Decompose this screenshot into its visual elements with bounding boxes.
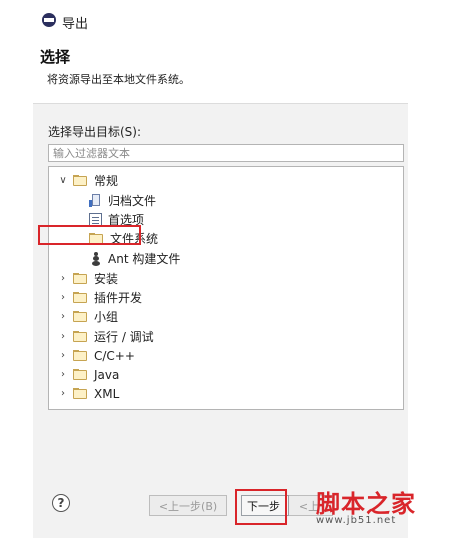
folder-icon (73, 350, 88, 361)
chevron-down-icon[interactable]: ∨ (57, 175, 69, 187)
watermark-url: www.jb51.net (316, 515, 397, 526)
dialog-body: 选择导出目标(S): ∨ 常规 归档文件 首选项 文件系统 (33, 104, 408, 478)
chevron-right-icon[interactable]: › (57, 331, 69, 343)
back-button[interactable]: <上一步(B) (149, 495, 227, 516)
tree-item-xml[interactable]: › XML (57, 384, 119, 403)
ant-icon (89, 251, 102, 266)
tree-item-install[interactable]: › 安装 (57, 269, 118, 288)
chevron-right-icon[interactable]: › (57, 388, 69, 400)
window-title: 导出 (62, 17, 89, 32)
chevron-right-icon[interactable]: › (57, 350, 69, 362)
tree-item-label: XML (94, 386, 120, 401)
chevron-right-icon[interactable]: › (57, 311, 69, 323)
watermark-title: 脚本之家 (316, 489, 416, 518)
tree-item-plugin-dev[interactable]: › 插件开发 (57, 288, 142, 307)
export-target-tree[interactable]: ∨ 常规 归档文件 首选项 文件系统 Ant 构建文件 › 安装 › 插件开发 … (48, 166, 404, 410)
tree-item-label: 安装 (94, 272, 119, 286)
folder-icon (73, 369, 88, 380)
file-system-highlight (38, 225, 141, 245)
archive-icon (89, 193, 102, 208)
title-bar: 导出 (33, 0, 408, 40)
tree-item-label: 运行 / 调试 (94, 330, 154, 344)
folder-icon (73, 273, 88, 284)
eclipse-icon (42, 13, 56, 27)
help-button[interactable]: ? (52, 494, 70, 512)
target-label: 选择导出目标(S): (48, 125, 142, 139)
watermark: 脚本之家 www.jb51.net (316, 484, 446, 534)
folder-icon (73, 311, 88, 322)
tree-item-run-debug[interactable]: › 运行 / 调试 (57, 327, 154, 346)
filter-input[interactable] (48, 144, 404, 162)
tree-item-label: Ant 构建文件 (108, 252, 181, 266)
tree-item-archive[interactable]: 归档文件 (89, 191, 156, 210)
tree-item-java[interactable]: › Java (57, 365, 119, 384)
tree-item-label: Java (94, 367, 120, 382)
folder-open-icon (73, 175, 88, 186)
tree-item-ant-build[interactable]: Ant 构建文件 (89, 249, 180, 268)
folder-icon (73, 331, 88, 342)
export-dialog: 导出 选择 将资源导出至本地文件系统。 选择导出目标(S): ∨ 常规 归档文件… (33, 0, 408, 538)
page-title: 选择 (40, 48, 71, 66)
tree-item-label: C/C++ (94, 348, 135, 363)
chevron-right-icon[interactable]: › (57, 273, 69, 285)
tree-item-label: 常规 (94, 174, 119, 188)
tree-item-cpp[interactable]: › C/C++ (57, 346, 135, 365)
tree-item-label: 小组 (94, 310, 119, 324)
tree-item-label: 归档文件 (108, 194, 157, 208)
chevron-right-icon[interactable]: › (57, 292, 69, 304)
tree-item-team[interactable]: › 小组 (57, 307, 118, 326)
tree-item-general[interactable]: ∨ 常规 (57, 171, 118, 190)
folder-icon (73, 292, 88, 303)
chevron-right-icon[interactable]: › (57, 369, 69, 381)
dialog-header: 选择 将资源导出至本地文件系统。 (33, 40, 408, 104)
folder-icon (73, 388, 88, 399)
tree-item-label: 插件开发 (94, 291, 143, 305)
next-button-highlight (235, 489, 287, 525)
page-description: 将资源导出至本地文件系统。 (47, 73, 190, 86)
